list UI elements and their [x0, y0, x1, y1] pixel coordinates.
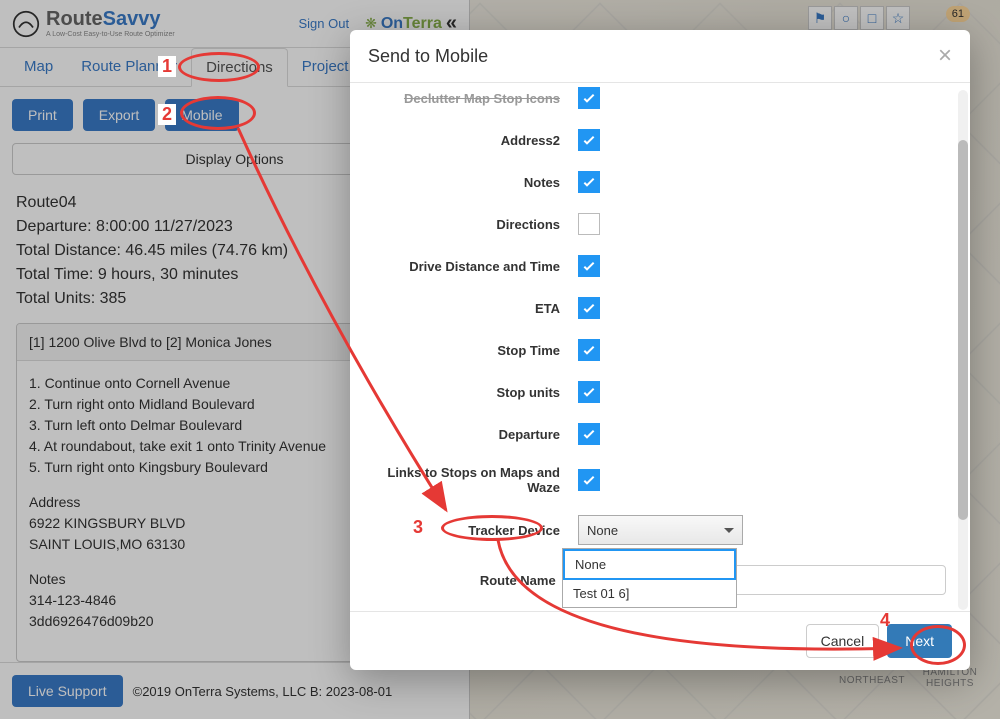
declutter-label: Declutter Map Stop Icons [358, 91, 578, 106]
modal-body: Declutter Map Stop Icons Address2 Notes … [350, 83, 970, 611]
close-icon[interactable]: × [938, 44, 952, 68]
scrollbar-thumb[interactable] [958, 140, 968, 520]
departure-checkbox[interactable] [578, 423, 600, 445]
notes-checkbox[interactable] [578, 171, 600, 193]
dropdown-option-test[interactable]: Test 01 6] [563, 580, 736, 607]
directions-checkbox[interactable] [578, 213, 600, 235]
stop-time-checkbox[interactable] [578, 339, 600, 361]
stop-units-label: Stop units [358, 385, 578, 400]
declutter-checkbox[interactable] [578, 87, 600, 109]
modal-title: Send to Mobile [368, 46, 488, 67]
address2-label: Address2 [358, 133, 578, 148]
drive-checkbox[interactable] [578, 255, 600, 277]
departure-label: Departure [358, 427, 578, 442]
tracker-dropdown-list: None Test 01 6] [562, 548, 737, 608]
stop-units-checkbox[interactable] [578, 381, 600, 403]
tracker-select[interactable]: None [578, 515, 743, 545]
drive-label: Drive Distance and Time [358, 259, 578, 274]
next-button[interactable]: Next [887, 624, 952, 658]
eta-label: ETA [358, 301, 578, 316]
links-checkbox[interactable] [578, 469, 600, 491]
tracker-label: Tracker Device [358, 523, 578, 538]
stop-time-label: Stop Time [358, 343, 578, 358]
address2-checkbox[interactable] [578, 129, 600, 151]
cancel-button[interactable]: Cancel [806, 624, 880, 658]
notes-label-modal: Notes [358, 175, 578, 190]
tracker-value: None [587, 523, 618, 538]
directions-label: Directions [358, 217, 578, 232]
eta-checkbox[interactable] [578, 297, 600, 319]
route-name-label: Route Name [358, 573, 574, 588]
links-label: Links to Stops on Maps and Waze [358, 465, 578, 495]
chevron-down-icon [724, 528, 734, 533]
dropdown-option-none[interactable]: None [563, 549, 736, 580]
